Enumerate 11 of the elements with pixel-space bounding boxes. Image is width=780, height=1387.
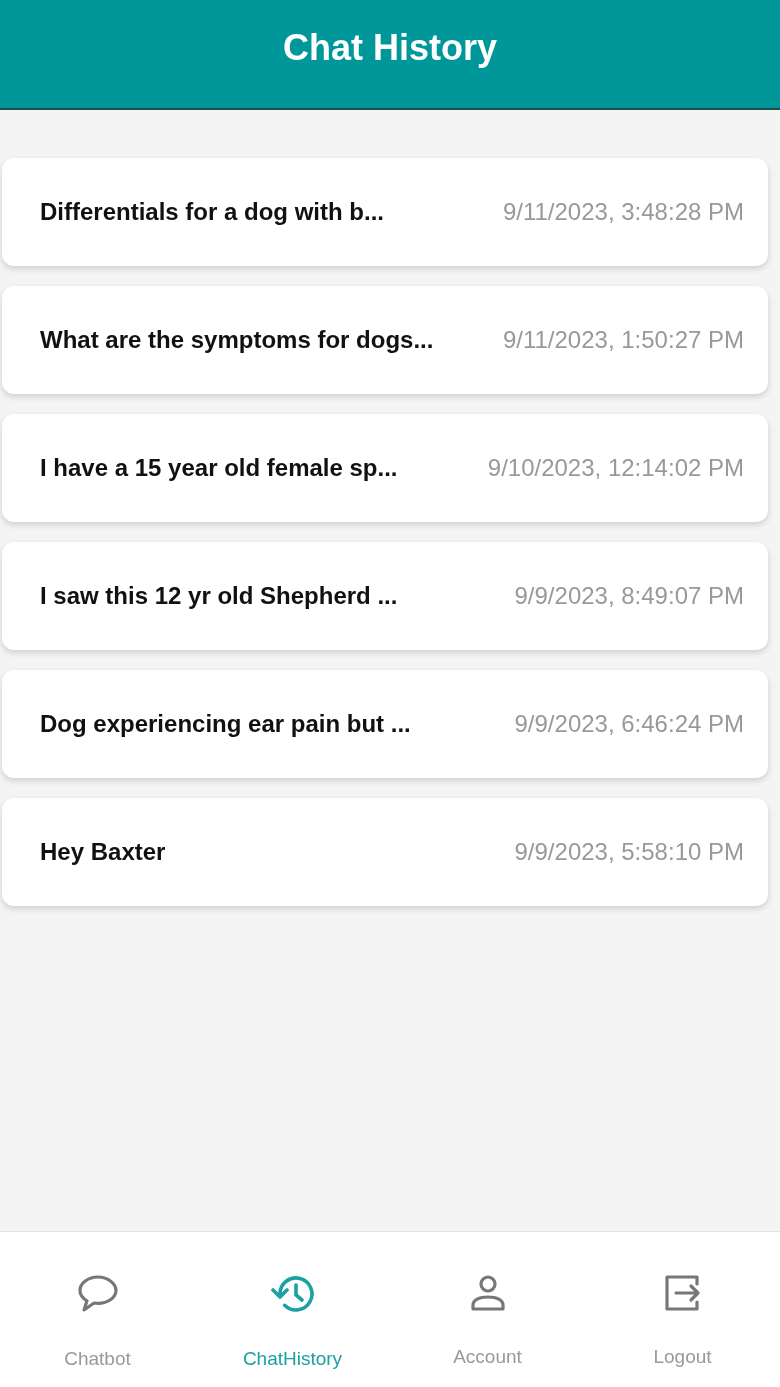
history-icon: [270, 1274, 315, 1314]
chat-history-item[interactable]: Differentials for a dog with b... 9/11/2023, 3:48:28 PM: [2, 158, 768, 266]
chat-history-item[interactable]: What are the symptoms for dogs... 9/11/2023, 1:50:27 PM: [2, 286, 768, 394]
page-title: Chat History: [283, 27, 497, 69]
person-icon: [469, 1274, 506, 1312]
chat-history-item[interactable]: Hey Baxter 9/9/2023, 5:58:10 PM: [2, 798, 768, 906]
chat-history-item[interactable]: I have a 15 year old female sp... 9/10/2023, 12:14:02 PM: [2, 414, 768, 522]
speech-bubble-icon: [76, 1274, 119, 1314]
chat-history-item[interactable]: Dog experiencing ear pain but ... 9/9/2023, 6:46:24 PM: [2, 670, 768, 778]
chat-history-item[interactable]: I saw this 12 yr old Shepherd ... 9/9/2023, 8:49:07 PM: [2, 542, 768, 650]
logout-icon: [663, 1274, 702, 1312]
